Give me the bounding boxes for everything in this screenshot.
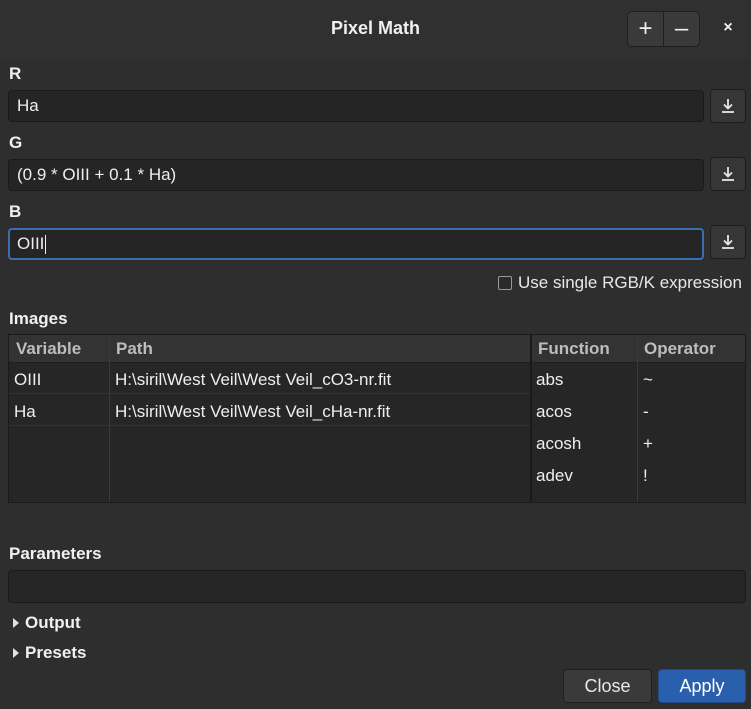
text-cursor [45,234,47,254]
output-expander[interactable]: Output [13,613,81,633]
row-separator [9,393,530,394]
row-separator [9,425,530,426]
b-expression-value: OIII [17,234,45,253]
download-icon [722,235,734,249]
function-item[interactable]: abs [536,370,563,390]
b-label: B [9,202,22,221]
single-rgb-checkbox[interactable] [498,276,512,290]
g-label: G [9,133,23,152]
download-icon [722,99,734,113]
presets-expander[interactable]: Presets [13,643,86,663]
remove-button[interactable]: – [664,12,699,46]
apply-button[interactable]: Apply [658,669,746,703]
column-header-operator[interactable]: Operator [637,335,745,363]
function-item[interactable]: acos [536,402,572,422]
column-header-variable[interactable]: Variable [9,335,110,363]
title-bar: Pixel Math + – × [0,0,751,58]
table-cell-path[interactable]: H:\siril\West Veil\West Veil_cO3-nr.fit [115,370,391,390]
r-label: R [9,64,22,83]
g-expression-value: (0.9 * OIII + 0.1 * Ha) [17,165,177,184]
images-table-area: Variable Path Function Operator OIII H:\… [8,334,746,503]
r-load-button[interactable] [710,89,746,123]
table-cell-variable[interactable]: Ha [14,402,36,422]
single-rgb-toggle[interactable]: Use single RGB/K expression [498,273,742,293]
add-button[interactable]: + [628,12,664,46]
column-header-function[interactable]: Function [531,335,638,363]
triangle-right-icon [13,618,19,628]
pane-divider[interactable] [530,335,532,502]
g-load-button[interactable] [710,157,746,191]
g-expression-input[interactable]: (0.9 * OIII + 0.1 * Ha) [8,159,704,191]
function-item[interactable]: adev [536,466,573,486]
column-divider [109,335,110,502]
close-button[interactable]: Close [563,669,652,703]
header-button-group: + – [627,11,700,47]
output-expander-label: Output [25,613,81,632]
parameters-label: Parameters [9,544,102,563]
r-expression-input[interactable]: Ha [8,90,704,122]
pixel-math-dialog: Pixel Math + – × R Ha G (0.9 * OIII + 0.… [0,0,751,709]
table-cell-path[interactable]: H:\siril\West Veil\West Veil_cHa-nr.fit [115,402,390,422]
column-divider [637,335,638,502]
column-header-path[interactable]: Path [109,335,531,363]
operator-item[interactable]: + [643,434,653,454]
presets-expander-label: Presets [25,643,87,662]
images-label: Images [9,309,68,328]
table-cell-variable[interactable]: OIII [14,370,41,390]
b-expression-input[interactable]: OIII [8,228,704,260]
operator-item[interactable]: - [643,402,649,422]
download-icon [722,167,734,181]
close-window-button[interactable]: × [714,16,742,40]
operator-item[interactable]: ~ [643,370,653,390]
function-item[interactable]: acosh [536,434,581,454]
parameters-input[interactable] [8,570,746,603]
single-rgb-label: Use single RGB/K expression [518,273,742,292]
r-expression-value: Ha [17,96,39,115]
operator-item[interactable]: ! [643,466,648,486]
triangle-right-icon [13,648,19,658]
b-load-button[interactable] [710,225,746,259]
